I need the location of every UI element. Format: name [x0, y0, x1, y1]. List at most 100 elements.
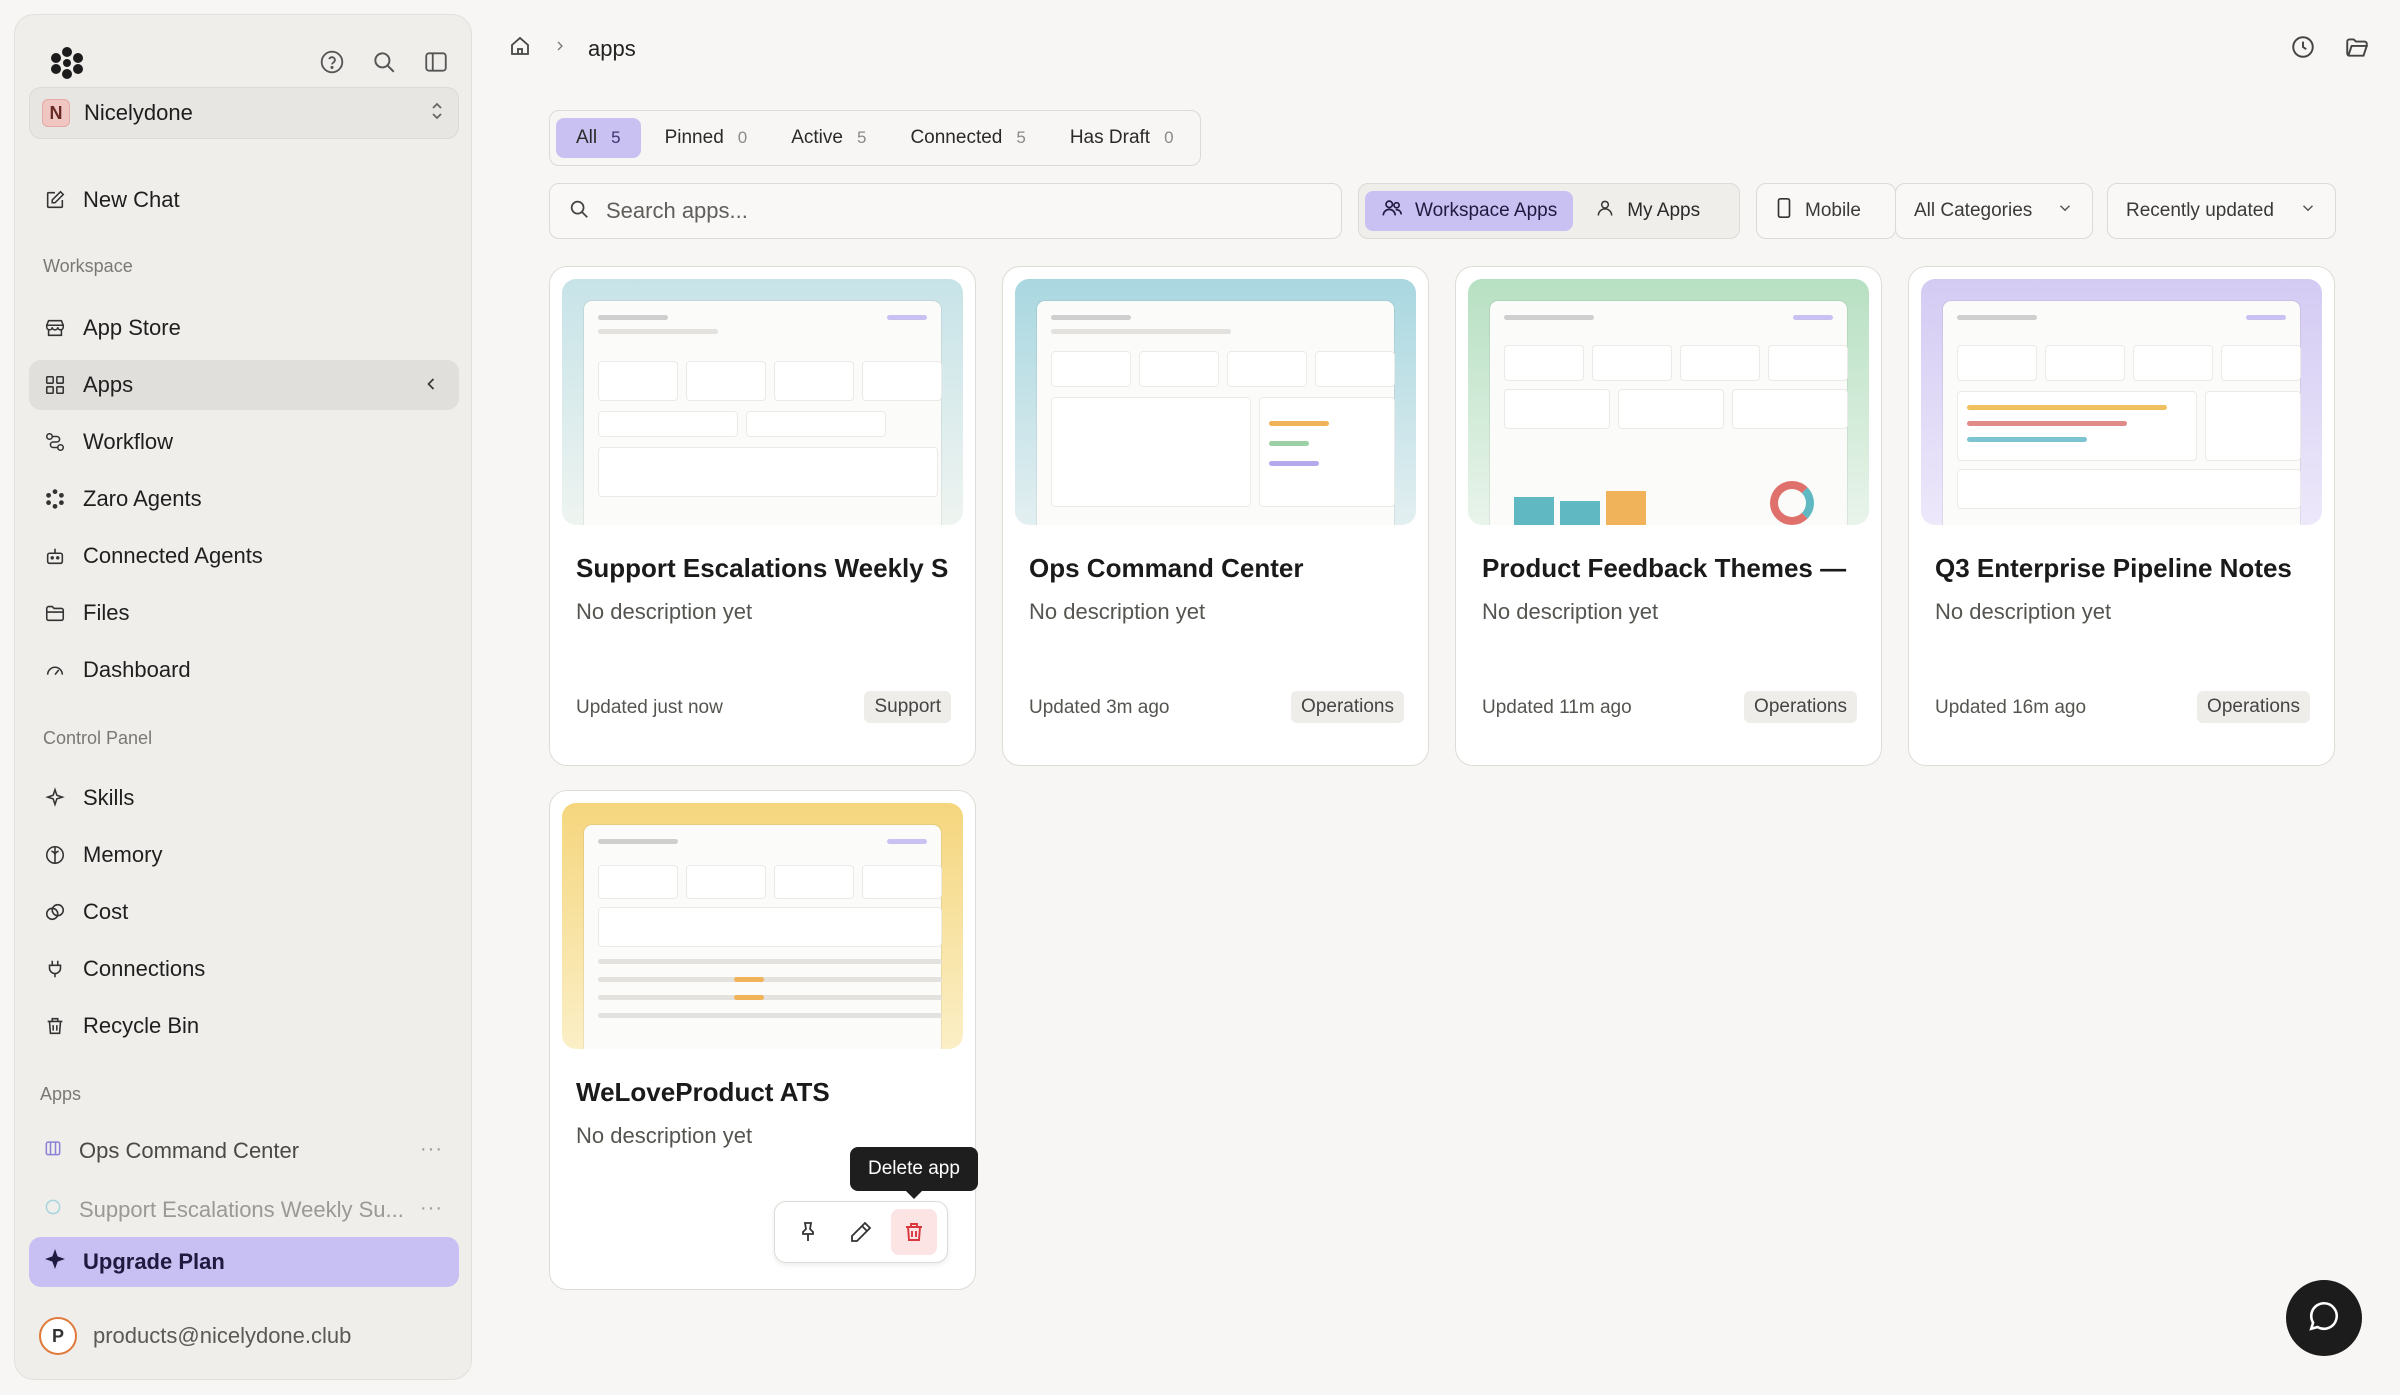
edit-square-icon	[43, 188, 67, 212]
app-card-category-badge: Support	[864, 691, 951, 723]
more-icon[interactable]: ···	[420, 1138, 443, 1161]
app-preview-thumbnail	[1921, 279, 2322, 525]
sidebar-item-skills[interactable]: Skills	[29, 773, 459, 823]
app-card-title: WeLoveProduct ATS	[576, 1077, 830, 1107]
search-input[interactable]: Search apps...	[549, 183, 1342, 239]
scope-toggle: Workspace Apps My Apps	[1358, 183, 1740, 239]
upgrade-plan-button[interactable]: Upgrade Plan	[29, 1237, 459, 1287]
delete-icon[interactable]	[891, 1209, 938, 1255]
upgrade-label: Upgrade Plan	[83, 1249, 225, 1274]
workspace-apps-button[interactable]: Workspace Apps	[1365, 191, 1574, 231]
workspace-name: Nicelydone	[84, 100, 193, 125]
app-card-title: Support Escalations Weekly Su...	[576, 553, 949, 583]
sparkle-icon	[43, 786, 67, 810]
sidebar-item-cost[interactable]: Cost	[29, 887, 459, 937]
sidebar-item-recycle-bin[interactable]: Recycle Bin	[29, 1001, 459, 1051]
workspace-selector[interactable]: N Nicelydone	[29, 87, 459, 139]
my-apps-button[interactable]: My Apps	[1579, 191, 1716, 231]
sidebar-item-label: Connections	[83, 956, 206, 981]
sidebar-item-label: Connected Agents	[83, 543, 263, 568]
sidebar-item-label: App Store	[83, 315, 181, 340]
tab-count: 5	[856, 128, 867, 147]
my-apps-label: My Apps	[1627, 200, 1701, 221]
sidebar-item-label: Recycle Bin	[83, 1013, 200, 1038]
sidebar-item-connections[interactable]: Connections	[29, 944, 459, 994]
app-card-category-badge: Operations	[1744, 691, 1857, 723]
home-icon[interactable]	[508, 34, 532, 63]
user-email: products@nicelydone.club	[93, 1323, 352, 1348]
sidebar-item-apps[interactable]: Apps	[29, 360, 459, 410]
folder-open-icon[interactable]	[2344, 34, 2370, 65]
app-card[interactable]: WeLoveProduct ATS No description yet	[549, 790, 976, 1290]
sidebar-item-files[interactable]: Files	[29, 588, 459, 638]
app-card[interactable]: Support Escalations Weekly Su... No desc…	[549, 266, 976, 766]
tab-label: Active	[791, 127, 843, 148]
tab-count: 0	[1164, 128, 1174, 147]
app-logo-icon[interactable]	[49, 45, 85, 81]
mobile-toggle-button[interactable]: Mobile	[1756, 183, 1896, 239]
card-action-bar	[774, 1201, 948, 1263]
tab-pinned[interactable]: Pinned 0	[645, 118, 768, 158]
sidebar-item-app-store[interactable]: App Store	[29, 303, 459, 353]
app-card-title: Ops Command Center	[1029, 553, 1304, 583]
sidebar-app-ops-command-center[interactable]: Ops Command Center ···	[29, 1128, 459, 1174]
grid-icon	[43, 373, 67, 397]
app-circle-icon	[43, 1197, 65, 1223]
agents-icon	[43, 487, 67, 511]
plug-icon	[43, 957, 67, 981]
header-actions	[2290, 34, 2370, 65]
edit-icon[interactable]	[838, 1209, 884, 1255]
sidebar-item-zaro-agents[interactable]: Zaro Agents	[29, 474, 459, 524]
history-icon[interactable]	[2290, 34, 2316, 65]
delete-app-tooltip: Delete app	[850, 1147, 978, 1199]
sidebar-app-support-escalations[interactable]: Support Escalations Weekly Su... ···	[29, 1187, 459, 1233]
trash-icon	[43, 1014, 67, 1038]
app-card[interactable]: Q3 Enterprise Pipeline Notes No descript…	[1908, 266, 2335, 766]
app-card-updated: Updated 3m ago	[1029, 697, 1170, 718]
apps-section-label: Apps	[40, 1084, 82, 1104]
users-icon	[1381, 197, 1403, 225]
sort-label: Recently updated	[2126, 200, 2274, 221]
app-card[interactable]: Ops Command Center No description yet Up…	[1002, 266, 1429, 766]
sidebar-item-connected-agents[interactable]: Connected Agents	[29, 531, 459, 581]
sidebar-item-workflow[interactable]: Workflow	[29, 417, 459, 467]
avatar: P	[39, 1317, 77, 1355]
chevron-left-icon[interactable]	[421, 374, 441, 400]
pin-icon[interactable]	[785, 1209, 831, 1255]
chevron-updown-icon	[428, 100, 446, 127]
tab-connected[interactable]: Connected 5	[890, 118, 1045, 158]
sparkle-icon	[43, 1247, 67, 1277]
chevron-right-icon	[552, 38, 568, 59]
app-card-updated: Updated 16m ago	[1935, 697, 2087, 718]
chat-support-button[interactable]	[2286, 1280, 2362, 1356]
app-preview-thumbnail	[562, 803, 963, 1049]
bot-icon	[43, 544, 67, 568]
app-card-description: No description yet	[1482, 599, 1659, 624]
app-card-description: No description yet	[576, 599, 753, 624]
search-icon[interactable]	[369, 47, 399, 77]
breadcrumb-current: apps	[588, 35, 636, 61]
tab-active[interactable]: Active 5	[771, 118, 886, 158]
new-chat-button[interactable]: New Chat	[29, 175, 459, 225]
tab-all[interactable]: All 5	[556, 118, 641, 158]
app-card-description: No description yet	[1935, 599, 2112, 624]
help-icon[interactable]	[317, 47, 347, 77]
workspace-avatar: N	[42, 99, 70, 127]
user-profile[interactable]: P products@nicelydone.club	[39, 1317, 351, 1355]
sidebar-item-memory[interactable]: Memory	[29, 830, 459, 880]
tab-has-draft[interactable]: Has Draft 0	[1050, 118, 1194, 158]
sidebar-item-label: Skills	[83, 785, 135, 810]
sidebar-item-label: Apps	[83, 372, 134, 397]
chat-bubble-icon	[2307, 1299, 2341, 1338]
app-preview-thumbnail	[562, 279, 963, 525]
tab-label: Has Draft	[1069, 127, 1151, 148]
app-card-description: No description yet	[1029, 599, 1206, 624]
coins-icon	[43, 900, 67, 924]
sidebar-toggle-icon[interactable]	[421, 47, 451, 77]
sidebar-item-dashboard[interactable]: Dashboard	[29, 645, 459, 695]
sort-dropdown[interactable]: Recently updated	[2107, 183, 2336, 239]
app-card[interactable]: Product Feedback Themes — ... No descrip…	[1455, 266, 1882, 766]
more-icon[interactable]: ···	[420, 1197, 443, 1220]
tab-count: 0	[737, 128, 748, 147]
category-dropdown[interactable]: All Categories	[1895, 183, 2093, 239]
